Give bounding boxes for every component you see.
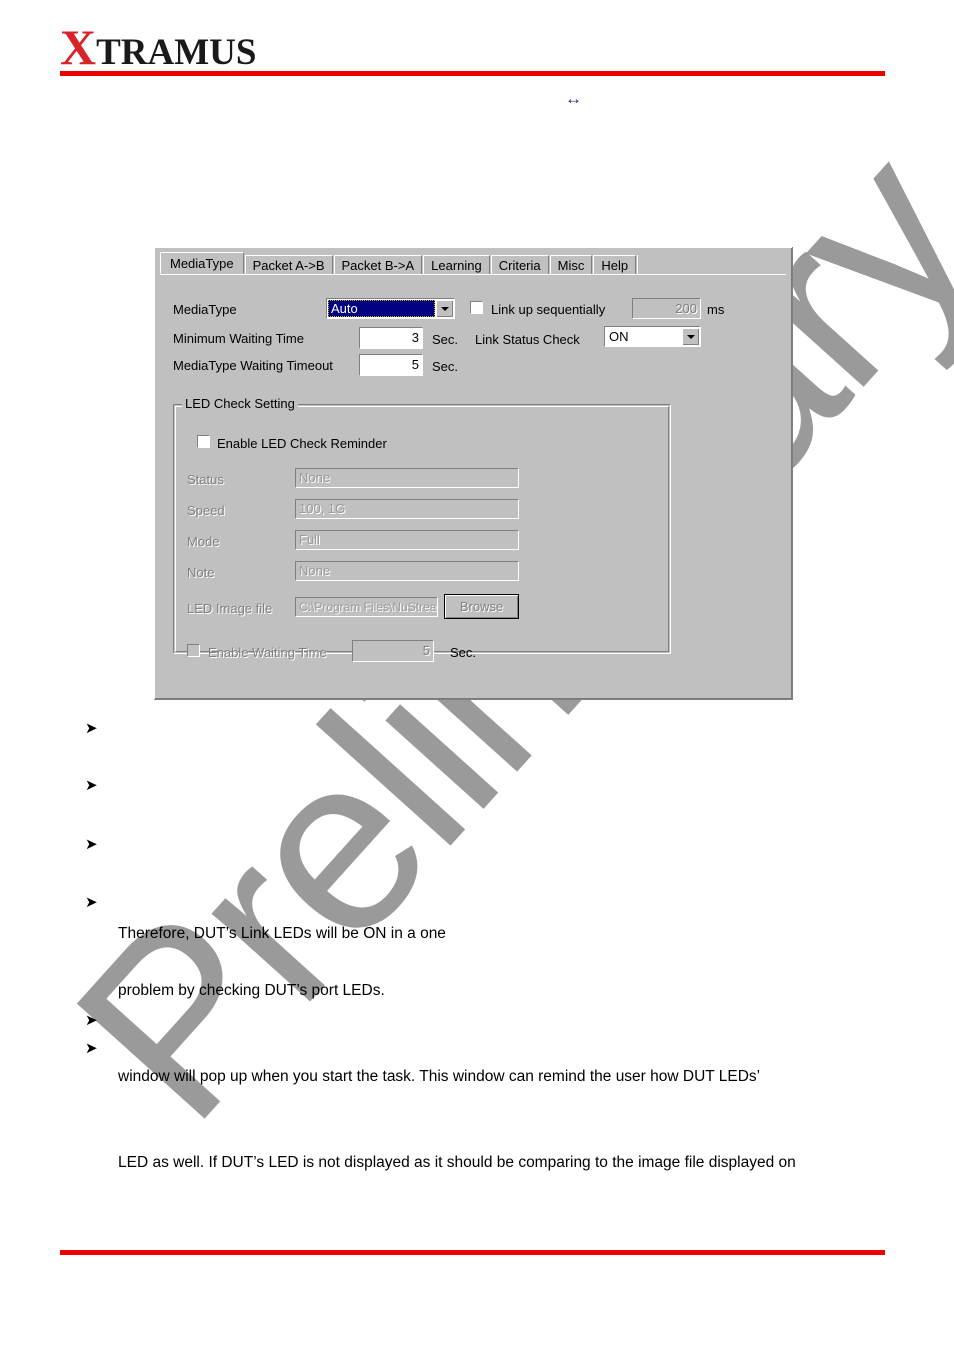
tab-strip-filler bbox=[637, 255, 786, 274]
enable-waiting-time-unit: Sec. bbox=[450, 645, 477, 660]
status-field: None bbox=[295, 468, 519, 488]
note-label: Note bbox=[187, 565, 215, 580]
tab-learning[interactable]: Learning bbox=[423, 255, 490, 274]
speed-field: 100, 1G bbox=[295, 499, 519, 519]
led-image-file-field: C:\Program Files\NuStreams\\\DApps-MPT v… bbox=[295, 597, 438, 617]
mediatype-label: MediaType bbox=[173, 302, 237, 317]
chevron-down-icon bbox=[686, 334, 695, 339]
enable-waiting-time-label: Enable Waiting Time bbox=[208, 645, 327, 660]
minimum-waiting-time-unit: Sec. bbox=[432, 332, 459, 347]
paragraph-line: problem by checking DUT’s port LEDs. bbox=[118, 982, 385, 999]
link-status-check-value: ON bbox=[609, 329, 629, 344]
list-bullet: ➤ bbox=[85, 1041, 98, 1057]
enable-led-check-reminder-label: Enable LED Check Reminder bbox=[217, 436, 387, 451]
minimum-waiting-time-label: Minimum Waiting Time bbox=[173, 331, 304, 346]
link-status-check-combo-button[interactable] bbox=[682, 328, 699, 345]
paragraph-line: Therefore, DUT’s Link LEDs will be ON in… bbox=[118, 925, 446, 942]
minimum-waiting-time-input[interactable]: 3 bbox=[359, 327, 423, 349]
mediatype-combo-button[interactable] bbox=[436, 300, 453, 317]
link-up-sequentially-label: Link up sequentially bbox=[491, 302, 606, 317]
chevron-down-icon bbox=[440, 306, 449, 311]
led-image-file-label: LED Image file bbox=[187, 601, 273, 616]
status-label: Status bbox=[187, 472, 224, 487]
mediatype-settings-dialog: MediaType Packet A->B Packet B->A Learni… bbox=[154, 247, 793, 700]
dialog-client-area: MediaType Auto Link up sequentially 200 … bbox=[160, 274, 786, 693]
list-bullet: ➤ bbox=[85, 895, 98, 911]
link-up-delay-field[interactable]: 200 bbox=[632, 298, 701, 319]
paragraph-line: window will pop up when you start the ta… bbox=[118, 1068, 761, 1085]
mediatype-waiting-timeout-label: MediaType Waiting Timeout bbox=[173, 358, 333, 373]
footer-rule bbox=[60, 1250, 885, 1255]
tab-packet-b-to-a[interactable]: Packet B->A bbox=[333, 255, 423, 274]
logo-wordmark: TRAMUS bbox=[96, 32, 257, 73]
list-bullet: ➤ bbox=[85, 1013, 98, 1029]
tab-strip: MediaType Packet A->B Packet B->A Learni… bbox=[160, 252, 786, 275]
led-check-setting-title: LED Check Setting bbox=[182, 396, 298, 411]
mode-field: Full bbox=[295, 530, 519, 550]
speed-label: Speed bbox=[187, 503, 225, 518]
tab-help[interactable]: Help bbox=[593, 255, 637, 274]
tab-packet-a-to-b[interactable]: Packet A->B bbox=[244, 255, 333, 274]
paragraph-line: LED as well. If DUT’s LED is not display… bbox=[118, 1154, 796, 1171]
link-status-check-combo[interactable]: ON bbox=[604, 326, 701, 347]
tab-criteria[interactable]: Criteria bbox=[490, 255, 549, 274]
xtramus-logo: XTRAMUS bbox=[60, 22, 256, 72]
link-up-sequentially-checkbox[interactable] bbox=[470, 301, 483, 314]
link-status-check-label: Link Status Check bbox=[475, 332, 580, 347]
logo-x-letter: X bbox=[60, 19, 97, 75]
enable-waiting-time-field[interactable]: 5 bbox=[352, 640, 434, 662]
list-bullet: ➤ bbox=[85, 778, 98, 794]
note-field: None bbox=[295, 561, 519, 581]
list-bullet: ➤ bbox=[85, 837, 98, 853]
double-arrow-icon: ↔ bbox=[565, 89, 582, 108]
header-rule bbox=[60, 71, 885, 76]
browse-button[interactable]: Browse bbox=[444, 594, 519, 619]
tab-misc[interactable]: Misc bbox=[549, 255, 593, 274]
enable-led-check-reminder-checkbox[interactable] bbox=[197, 435, 210, 448]
mediatype-combo[interactable]: Auto bbox=[326, 298, 455, 319]
enable-waiting-time-checkbox[interactable] bbox=[187, 644, 200, 657]
list-bullet: ➤ bbox=[85, 721, 98, 737]
mediatype-waiting-timeout-input[interactable]: 5 bbox=[359, 354, 423, 376]
mediatype-combo-value: Auto bbox=[328, 300, 435, 317]
tab-mediatype[interactable]: MediaType bbox=[160, 252, 244, 274]
mediatype-waiting-timeout-unit: Sec. bbox=[432, 359, 459, 374]
mode-label: Mode bbox=[187, 534, 220, 549]
link-up-delay-unit: ms bbox=[707, 302, 725, 317]
